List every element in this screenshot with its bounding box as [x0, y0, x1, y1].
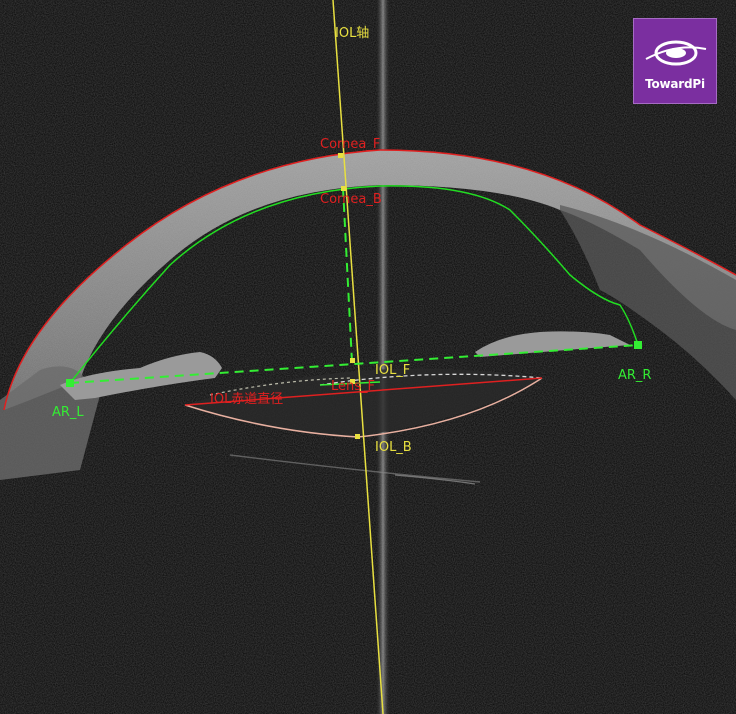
central-reflex-beam: [375, 0, 391, 714]
cornea-b-marker: [341, 186, 346, 191]
ar-l-marker: [66, 379, 74, 387]
iol-axis-label: IOL轴: [335, 26, 369, 41]
ar-r-marker: [634, 341, 642, 349]
towardpi-logo: TowardPi: [633, 18, 717, 104]
iol-b-marker: [355, 434, 360, 439]
ar-r-label: AR_R: [618, 368, 651, 383]
cornea-b-label: Cornea_B: [320, 192, 382, 207]
iol-b-label: IOL_B: [375, 440, 412, 455]
ar-l-label: AR_L: [52, 405, 84, 420]
logo-text: TowardPi: [645, 77, 705, 91]
eye-logo-icon: [645, 40, 707, 66]
oct-scan-image: IOL轴 Cornea_F Cornea_B IOL_F Lens_F IOL赤…: [0, 0, 736, 714]
iol-diameter-label: IOL赤道直径: [210, 392, 283, 407]
iol-f-marker: [350, 358, 355, 363]
speckle-noise: [0, 0, 736, 714]
cornea-f-label: Cornea_F: [320, 137, 380, 152]
cornea-f-marker: [338, 153, 343, 158]
iol-f-label: IOL_F: [375, 363, 410, 378]
lens-f-label: Lens_F: [331, 379, 375, 394]
